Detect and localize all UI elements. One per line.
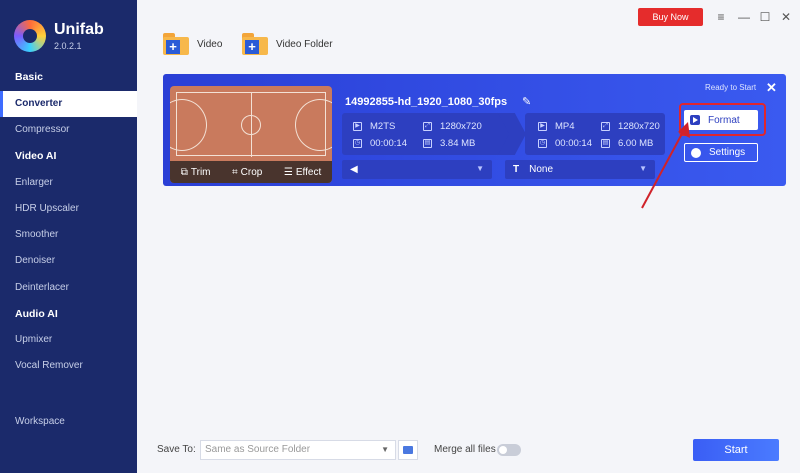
- subtitle-text-icon: T: [513, 164, 520, 175]
- sidebar-item-smoother[interactable]: Smoother: [0, 222, 137, 248]
- thumbnail-actions: ⧉ Trim ⌗ Crop ☰ Effect: [170, 161, 332, 183]
- add-video-label: Video: [197, 38, 223, 50]
- sidebar-item-workspace[interactable]: Workspace: [0, 409, 137, 435]
- crop-button[interactable]: ⌗ Crop: [232, 167, 262, 178]
- unifab-logo-icon: [14, 20, 46, 52]
- video-thumbnail[interactable]: ⧉ Trim ⌗ Crop ☰ Effect: [170, 86, 332, 183]
- maximize-icon[interactable]: ☐: [756, 8, 774, 26]
- annotation-arrow-icon: [641, 122, 690, 209]
- trim-button[interactable]: ⧉ Trim: [181, 167, 211, 178]
- video-format-icon: ▶: [353, 122, 362, 131]
- crop-icon: ⌗: [232, 166, 238, 178]
- add-folder-label: Video Folder: [276, 38, 333, 50]
- app-name: Unifab: [54, 21, 104, 38]
- add-video-button[interactable]: + Video: [163, 32, 222, 56]
- resolution-icon: ⤢: [601, 122, 610, 131]
- sidebar-item-vocal-remover[interactable]: Vocal Remover: [0, 353, 137, 379]
- start-button[interactable]: Start: [693, 439, 779, 461]
- sidebar-item-compressor[interactable]: Compressor: [0, 117, 137, 143]
- file-size-icon: ▤: [601, 139, 610, 148]
- source-size: ▤ 3.84 MB: [423, 138, 476, 149]
- source-format: ▶ M2TS: [353, 121, 395, 132]
- clock-icon: ◷: [353, 139, 362, 148]
- sidebar: Unifab 2.0.2.1 Basic Converter Compresso…: [0, 0, 137, 473]
- chevron-down-icon: ▼: [381, 445, 389, 454]
- sidebar-item-enlarger[interactable]: Enlarger: [0, 170, 137, 196]
- audio-track-select[interactable]: ◀ ▼: [342, 160, 492, 179]
- output-duration: ◷ 00:00:14: [538, 138, 592, 149]
- source-resolution: ⤢ 1280x720: [423, 121, 482, 132]
- buy-now-button[interactable]: Buy Now: [638, 8, 703, 26]
- effect-icon: ☰: [283, 166, 293, 178]
- app-version: 2.0.2.1: [54, 41, 82, 51]
- sidebar-item-upmixer[interactable]: Upmixer: [0, 327, 137, 353]
- task-status: Ready to Start: [705, 83, 757, 92]
- sidebar-item-converter[interactable]: Converter: [0, 91, 137, 117]
- brand: Unifab 2.0.2.1: [14, 20, 104, 52]
- minimize-icon[interactable]: —: [735, 8, 753, 26]
- sidebar-item-denoiser[interactable]: Denoiser: [0, 248, 137, 274]
- save-to-label: Save To:: [157, 444, 196, 455]
- output-format: ▶ MP4: [538, 121, 575, 132]
- video-format-icon: ▶: [538, 122, 547, 131]
- chevron-down-icon: ▼: [476, 164, 484, 173]
- save-to-select[interactable]: Same as Source Folder ▼: [200, 440, 396, 460]
- file-name: 14992855-hd_1920_1080_30fps: [345, 96, 508, 108]
- remove-task-icon[interactable]: ✕: [766, 80, 777, 96]
- sidebar-header-basic: Basic: [15, 71, 44, 83]
- merge-toggle[interactable]: [497, 444, 521, 456]
- sidebar-item-deinterlacer[interactable]: Deinterlacer: [0, 275, 137, 301]
- source-duration: ◷ 00:00:14: [353, 138, 407, 149]
- trim-icon: ⧉: [180, 166, 188, 178]
- rename-edit-icon[interactable]: ✎: [522, 95, 531, 108]
- sidebar-header-audio-ai: Audio AI: [15, 308, 58, 320]
- file-size-icon: ▤: [423, 139, 432, 148]
- add-video-folder-button[interactable]: + Video Folder: [242, 32, 333, 56]
- add-folder-icon: +: [242, 33, 268, 55]
- speaker-icon: ◀: [350, 164, 358, 175]
- browse-folder-icon[interactable]: [398, 440, 418, 460]
- add-video-icon: +: [163, 33, 189, 55]
- merge-label: Merge all files: [434, 444, 496, 455]
- clock-icon: ◷: [538, 139, 547, 148]
- menu-icon[interactable]: ≡: [712, 8, 730, 26]
- sidebar-item-hdr-upscaler[interactable]: HDR Upscaler: [0, 196, 137, 222]
- subtitle-select[interactable]: T None ▼: [505, 160, 655, 179]
- effect-button[interactable]: ☰ Effect: [284, 167, 321, 178]
- close-window-icon[interactable]: ✕: [777, 8, 795, 26]
- resolution-icon: ⤢: [423, 122, 432, 131]
- sidebar-header-video-ai: Video AI: [15, 150, 57, 162]
